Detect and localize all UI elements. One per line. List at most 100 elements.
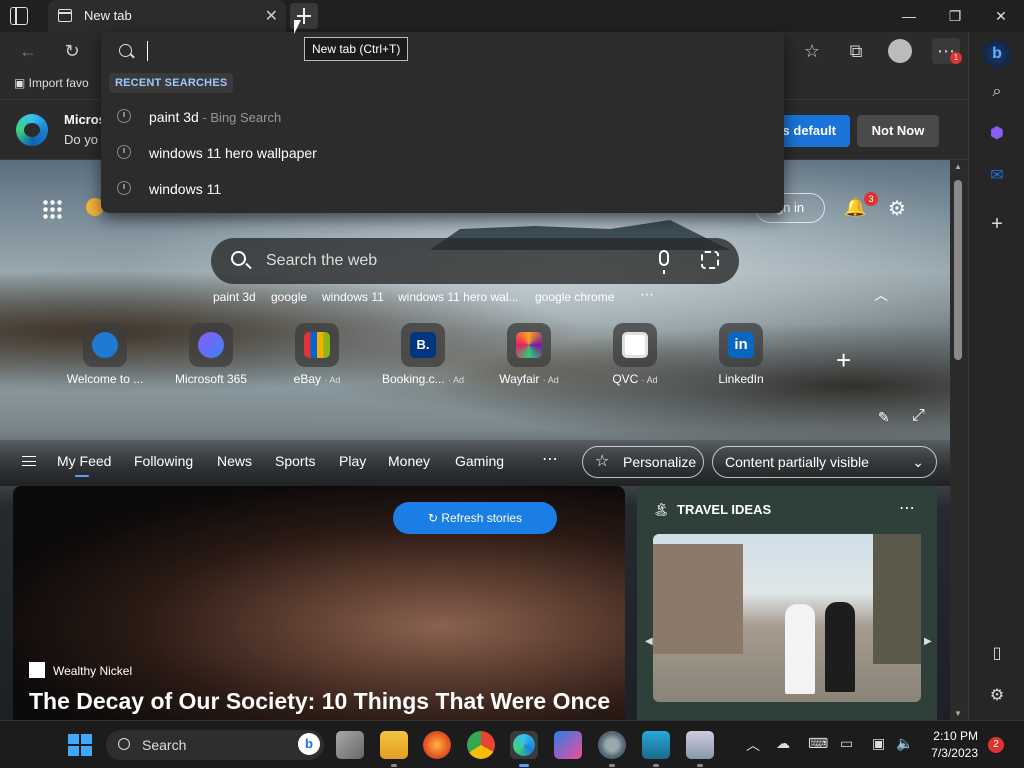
trending-search-link[interactable]: google chrome bbox=[535, 290, 614, 304]
visual-search-icon[interactable] bbox=[701, 251, 719, 269]
microsoft-store-icon[interactable] bbox=[554, 731, 582, 759]
close-tab-icon[interactable]: ✕ bbox=[265, 6, 278, 26]
scroll-down-icon[interactable]: ▼ bbox=[954, 709, 962, 718]
source-logo-icon bbox=[29, 662, 45, 678]
trending-search-link[interactable]: windows 11 hero wal... bbox=[398, 290, 519, 304]
quick-link-tile[interactable]: Wayfair · Ad bbox=[479, 323, 579, 386]
feed-more-icon[interactable]: ⋯ bbox=[542, 449, 558, 469]
chevron-up-icon[interactable]: ︿ bbox=[874, 285, 888, 305]
bing-chat-icon[interactable]: b bbox=[983, 40, 1011, 68]
trending-search-link[interactable]: google bbox=[271, 290, 307, 304]
trending-search-link[interactable]: paint 3d bbox=[213, 290, 256, 304]
edge-taskbar-icon[interactable] bbox=[510, 731, 538, 767]
content-visibility-dropdown[interactable]: Content partially visible ⌄ bbox=[712, 446, 937, 478]
quick-link-tile[interactable]: in LinkedIn bbox=[691, 323, 791, 386]
taskbar-date[interactable]: 7/3/2023 bbox=[920, 746, 978, 760]
show-hidden-icons-chevron-icon[interactable]: ︿ bbox=[746, 735, 760, 755]
restore-button[interactable]: ❐ bbox=[932, 0, 978, 32]
personalize-button[interactable]: ☆ Personalize bbox=[582, 446, 704, 478]
refresh-stories-button[interactable]: ↻ Refresh stories bbox=[393, 502, 557, 534]
web-search-box[interactable]: Search the web bbox=[211, 238, 739, 284]
close-window-button[interactable]: ✕ bbox=[978, 0, 1024, 32]
recent-search-item[interactable]: paint 3d - Bing Search bbox=[101, 99, 784, 135]
scroll-up-icon[interactable]: ▲ bbox=[954, 162, 962, 171]
active-indicator bbox=[519, 764, 529, 767]
network-icon[interactable]: ▣ bbox=[872, 735, 885, 752]
sidebar-settings-gear-icon[interactable]: ⚙ bbox=[985, 684, 1009, 708]
sidebar-toggle-icon[interactable]: ▯ bbox=[985, 642, 1009, 666]
card-more-icon[interactable]: ⋯ bbox=[899, 498, 915, 518]
settings-app-icon[interactable] bbox=[598, 731, 626, 767]
recent-search-item[interactable]: windows 11 bbox=[101, 171, 784, 207]
chrome-icon[interactable] bbox=[467, 731, 495, 759]
refresh-button[interactable]: ↻ bbox=[58, 38, 86, 64]
feed-tab-gaming[interactable]: Gaming bbox=[455, 453, 504, 469]
wayfair-icon bbox=[516, 332, 542, 358]
microsoft-365-sidebar-icon[interactable]: ⬢ bbox=[985, 122, 1009, 146]
search-placeholder: Search the web bbox=[266, 252, 378, 269]
cloud-offline-icon[interactable]: ☁ bbox=[776, 735, 790, 752]
notifications-bell-icon[interactable]: 🔔 bbox=[844, 197, 866, 217]
remote-desktop-icon[interactable] bbox=[642, 731, 670, 767]
page-settings-gear-icon[interactable]: ⚙ bbox=[888, 196, 906, 221]
image-person bbox=[825, 602, 855, 692]
not-now-button[interactable]: Not Now bbox=[857, 115, 939, 147]
feed-tab-play[interactable]: Play bbox=[339, 453, 366, 469]
tab-title: New tab bbox=[84, 8, 132, 23]
back-button[interactable]: ← bbox=[14, 38, 42, 64]
travel-ideas-card[interactable]: 🏝 TRAVEL IDEAS ⋯ ◀ ▶ bbox=[637, 486, 937, 720]
add-sidebar-app-icon[interactable]: + bbox=[985, 212, 1009, 236]
file-explorer-icon[interactable] bbox=[380, 731, 408, 767]
keyboard-icon[interactable]: ⌨ bbox=[808, 735, 828, 752]
favorites-star-icon[interactable]: ☆ bbox=[798, 38, 826, 64]
app-launcher-icon[interactable] bbox=[42, 199, 62, 219]
address-bar-input[interactable] bbox=[147, 41, 747, 61]
quick-link-tile[interactable]: B. Booking.c... · Ad bbox=[373, 323, 473, 386]
quick-link-tile[interactable]: Welcome to ... bbox=[55, 323, 155, 386]
quick-link-tile[interactable]: Microsoft 365 bbox=[161, 323, 261, 386]
microphone-icon[interactable] bbox=[659, 250, 669, 274]
trending-search-link[interactable]: windows 11 bbox=[322, 290, 384, 304]
scrollbar-thumb[interactable] bbox=[954, 180, 962, 360]
feed-tab-sports[interactable]: Sports bbox=[275, 453, 315, 469]
news-headline[interactable]: The Decay of Our Society: 10 Things That… bbox=[29, 688, 610, 715]
quick-link-tile[interactable]: QVC · Ad bbox=[585, 323, 685, 386]
edge-logo-icon bbox=[16, 114, 48, 146]
tab-new-tab[interactable]: New tab ✕ bbox=[48, 0, 286, 32]
feed-tab-following[interactable]: Following bbox=[134, 453, 193, 469]
task-view-icon[interactable] bbox=[336, 731, 364, 759]
feed-tab-news[interactable]: News bbox=[217, 453, 252, 469]
tile-icon-box: in bbox=[719, 323, 763, 367]
add-quick-link-icon[interactable]: + bbox=[836, 345, 851, 376]
hamburger-menu-icon[interactable] bbox=[22, 456, 36, 466]
taskbar-search[interactable]: Search b bbox=[106, 730, 324, 760]
quick-link-tile[interactable]: eBay · Ad bbox=[267, 323, 367, 386]
volume-icon[interactable]: 🔈 bbox=[896, 735, 913, 752]
previous-arrow-icon[interactable]: ◀ bbox=[645, 636, 653, 647]
recent-search-item[interactable]: windows 11 hero wallpaper bbox=[101, 135, 784, 171]
sidebar-search-icon[interactable]: ⌕ bbox=[985, 80, 1009, 104]
taskbar-time[interactable]: 2:10 PM bbox=[930, 729, 978, 743]
windows-start-icon[interactable] bbox=[68, 734, 92, 756]
trending-more-icon[interactable]: ⋯ bbox=[640, 286, 654, 303]
page-scrollbar[interactable]: ▲ ▼ bbox=[950, 160, 968, 720]
outlook-icon[interactable]: ✉ bbox=[985, 164, 1009, 188]
import-favorites-link[interactable]: ▣ Import favo bbox=[14, 76, 89, 90]
running-indicator bbox=[653, 764, 659, 767]
feed-tab-money[interactable]: Money bbox=[388, 453, 430, 469]
display-icon[interactable]: ▭ bbox=[840, 735, 853, 752]
notification-count-badge[interactable]: 2 bbox=[988, 737, 1004, 753]
tab-actions-icon[interactable] bbox=[10, 7, 28, 25]
task-manager-icon[interactable] bbox=[686, 731, 714, 767]
expand-icon[interactable]: ⤢ bbox=[912, 407, 925, 425]
next-arrow-icon[interactable]: ▶ bbox=[924, 636, 932, 647]
minimize-button[interactable]: — bbox=[886, 0, 932, 32]
edit-background-icon[interactable]: ✎ bbox=[878, 409, 890, 426]
feed-tab-my-feed[interactable]: My Feed bbox=[57, 453, 111, 477]
linkedin-icon: in bbox=[728, 332, 754, 358]
travel-image[interactable] bbox=[653, 534, 921, 702]
collections-icon[interactable]: ⧉ bbox=[842, 38, 870, 64]
firefox-icon[interactable] bbox=[423, 731, 451, 759]
profile-avatar[interactable] bbox=[888, 39, 912, 63]
personalize-label: Personalize bbox=[623, 454, 697, 470]
